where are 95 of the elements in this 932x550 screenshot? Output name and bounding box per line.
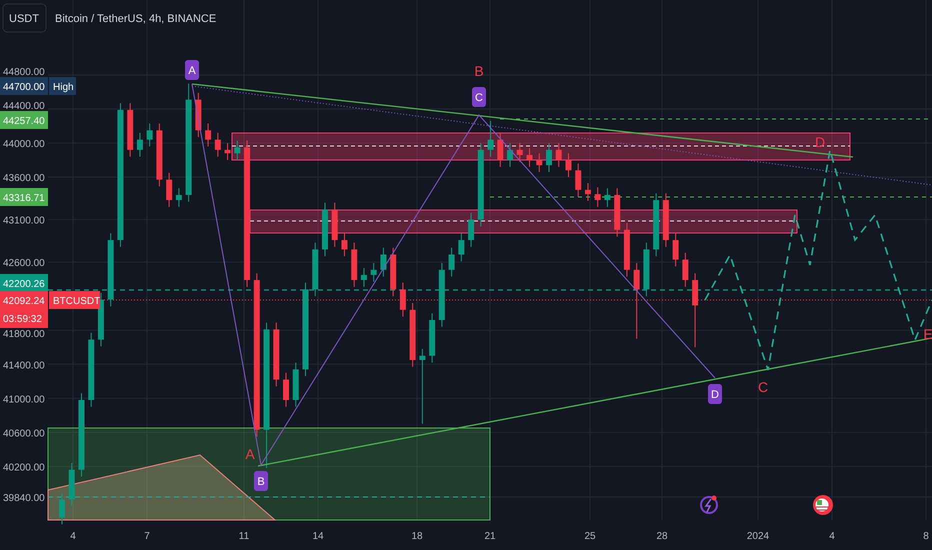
candle (497, 132, 504, 168)
flag-icon[interactable] (813, 495, 833, 515)
date-label: 18 (411, 531, 423, 542)
point-label: C (472, 87, 486, 107)
date-label: 8 (923, 531, 929, 542)
wave-label: D (814, 134, 826, 150)
candle (643, 242, 650, 297)
candle (653, 192, 660, 257)
candle (273, 322, 280, 387)
candle (68, 462, 75, 507)
candle (507, 142, 514, 168)
badge-tag: High (49, 77, 76, 95)
candle (370, 262, 377, 282)
price-label: 41000.00 (3, 394, 45, 406)
price-label: 43600.00 (3, 173, 45, 184)
candle (195, 92, 202, 138)
price-label: 44800.00 (3, 67, 45, 78)
candle (214, 132, 221, 158)
point-label: A (185, 60, 199, 80)
date-label: 4 (70, 531, 76, 542)
candle (341, 232, 348, 257)
candle (351, 242, 358, 288)
date-label: 2024 (746, 531, 770, 542)
candle (468, 212, 474, 248)
candle (526, 148, 533, 168)
candle (594, 186, 601, 208)
candle (205, 123, 212, 147)
price-label: 42600.00 (3, 258, 45, 270)
candle (127, 102, 134, 158)
candle (380, 247, 386, 278)
candle (176, 188, 182, 208)
candle (292, 362, 299, 408)
candle (448, 247, 455, 278)
price-label: 41400.00 (3, 360, 45, 372)
badge-tag: BTCUSDT (49, 291, 100, 309)
date-label: 7 (144, 531, 150, 542)
price-badge: 44700.00 (0, 77, 48, 95)
candle (234, 140, 240, 161)
point-label: D (708, 384, 722, 404)
candle (614, 188, 620, 238)
point-label: B (254, 471, 268, 491)
candle (360, 268, 367, 288)
price-label: 40600.00 (3, 428, 45, 440)
price-label: 40200.00 (3, 462, 45, 474)
candle (224, 142, 231, 161)
candle (575, 162, 582, 198)
wave-label: B (474, 63, 484, 79)
date-label: 25 (584, 531, 596, 542)
candle (410, 302, 416, 368)
candle (429, 312, 436, 364)
candle (59, 492, 65, 525)
candle (136, 132, 143, 158)
candle (536, 152, 542, 172)
candle (156, 123, 162, 187)
candle (458, 232, 464, 262)
chart-title: Bitcoin / TetherUS, 4h, BINANCE (55, 13, 216, 25)
price-label: 44000.00 (3, 139, 45, 150)
candle (565, 152, 572, 178)
candle (546, 142, 552, 172)
candle (584, 182, 591, 202)
price-label: 39840.00 (3, 493, 45, 504)
candle (556, 142, 562, 168)
wave-label: A (245, 446, 255, 462)
price-badge: 43316.71 (0, 188, 48, 206)
date-label: 11 (238, 531, 250, 542)
symbol-button[interactable]: USDT (2, 4, 46, 32)
candle (516, 142, 523, 162)
price-badge: 44257.40 (0, 111, 48, 129)
date-label: 4 (829, 531, 835, 542)
candle (322, 202, 328, 257)
candle (604, 188, 610, 208)
price-badge: 42200.26 (0, 274, 48, 292)
candle (390, 247, 396, 297)
date-label: 21 (484, 531, 496, 542)
candle (662, 192, 669, 248)
date-label: 14 (312, 531, 324, 542)
candle (682, 252, 688, 288)
candle (624, 222, 630, 278)
candle (146, 123, 153, 147)
price-label: 41800.00 (3, 329, 45, 340)
price-label: 43100.00 (3, 216, 45, 227)
wave-label: E (923, 326, 932, 342)
candle (166, 172, 172, 208)
price-label: 44400.00 (3, 101, 45, 112)
date-label: 28 (656, 531, 668, 542)
candle (672, 232, 679, 267)
candle (438, 262, 445, 328)
wave-label: C (758, 379, 768, 395)
candle (312, 242, 318, 297)
candle (488, 120, 494, 158)
candle (332, 202, 338, 248)
price-badge: 42092.24 03:59:32 (0, 291, 48, 328)
candle (400, 282, 406, 318)
candle (283, 372, 290, 408)
lightning-icon[interactable] (700, 496, 718, 514)
